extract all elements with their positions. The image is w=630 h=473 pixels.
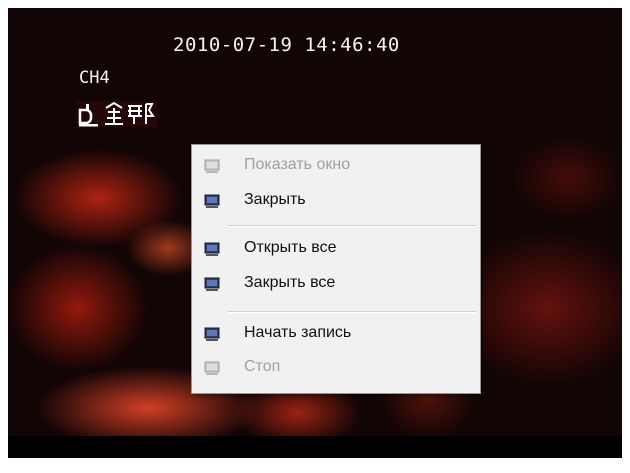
monitor-icon (204, 159, 220, 173)
menu-item-label: Начать запись (244, 324, 352, 341)
menu-item-open-all[interactable]: Открыть все (194, 234, 478, 264)
monitor-icon (204, 361, 220, 375)
menu-item-label: Стоп (244, 358, 281, 375)
bottom-bar (8, 436, 622, 458)
record-all-icon (76, 100, 158, 128)
monitor-icon (204, 242, 220, 256)
menu-item-close[interactable]: Закрыть (194, 186, 478, 216)
menu-separator (228, 311, 476, 313)
menu-item-label: Закрыть (244, 191, 306, 208)
menu-item-close-all[interactable]: Закрыть все (194, 269, 478, 299)
menu-item-start-recording[interactable]: Начать запись (194, 319, 478, 349)
menu-item-label: Открыть все (244, 239, 337, 256)
menu-item-label: Закрыть все (244, 274, 336, 291)
menu-item-label: Показать окно (244, 156, 351, 173)
menu-separator (228, 225, 476, 227)
video-viewer[interactable]: 2010-07-19 14:46:40 CH4 Показать окно За… (8, 8, 622, 458)
monitor-icon (204, 194, 220, 208)
monitor-icon (204, 327, 220, 341)
monitor-icon (204, 277, 220, 291)
menu-item-stop[interactable]: Стоп (194, 353, 478, 383)
osd-channel-label: CH4 (79, 68, 110, 88)
context-menu: Показать окно Закрыть Открыть все Закрыт… (191, 144, 481, 394)
menu-item-show-window[interactable]: Показать окно (194, 151, 478, 181)
osd-timestamp: 2010-07-19 14:46:40 (173, 34, 400, 56)
